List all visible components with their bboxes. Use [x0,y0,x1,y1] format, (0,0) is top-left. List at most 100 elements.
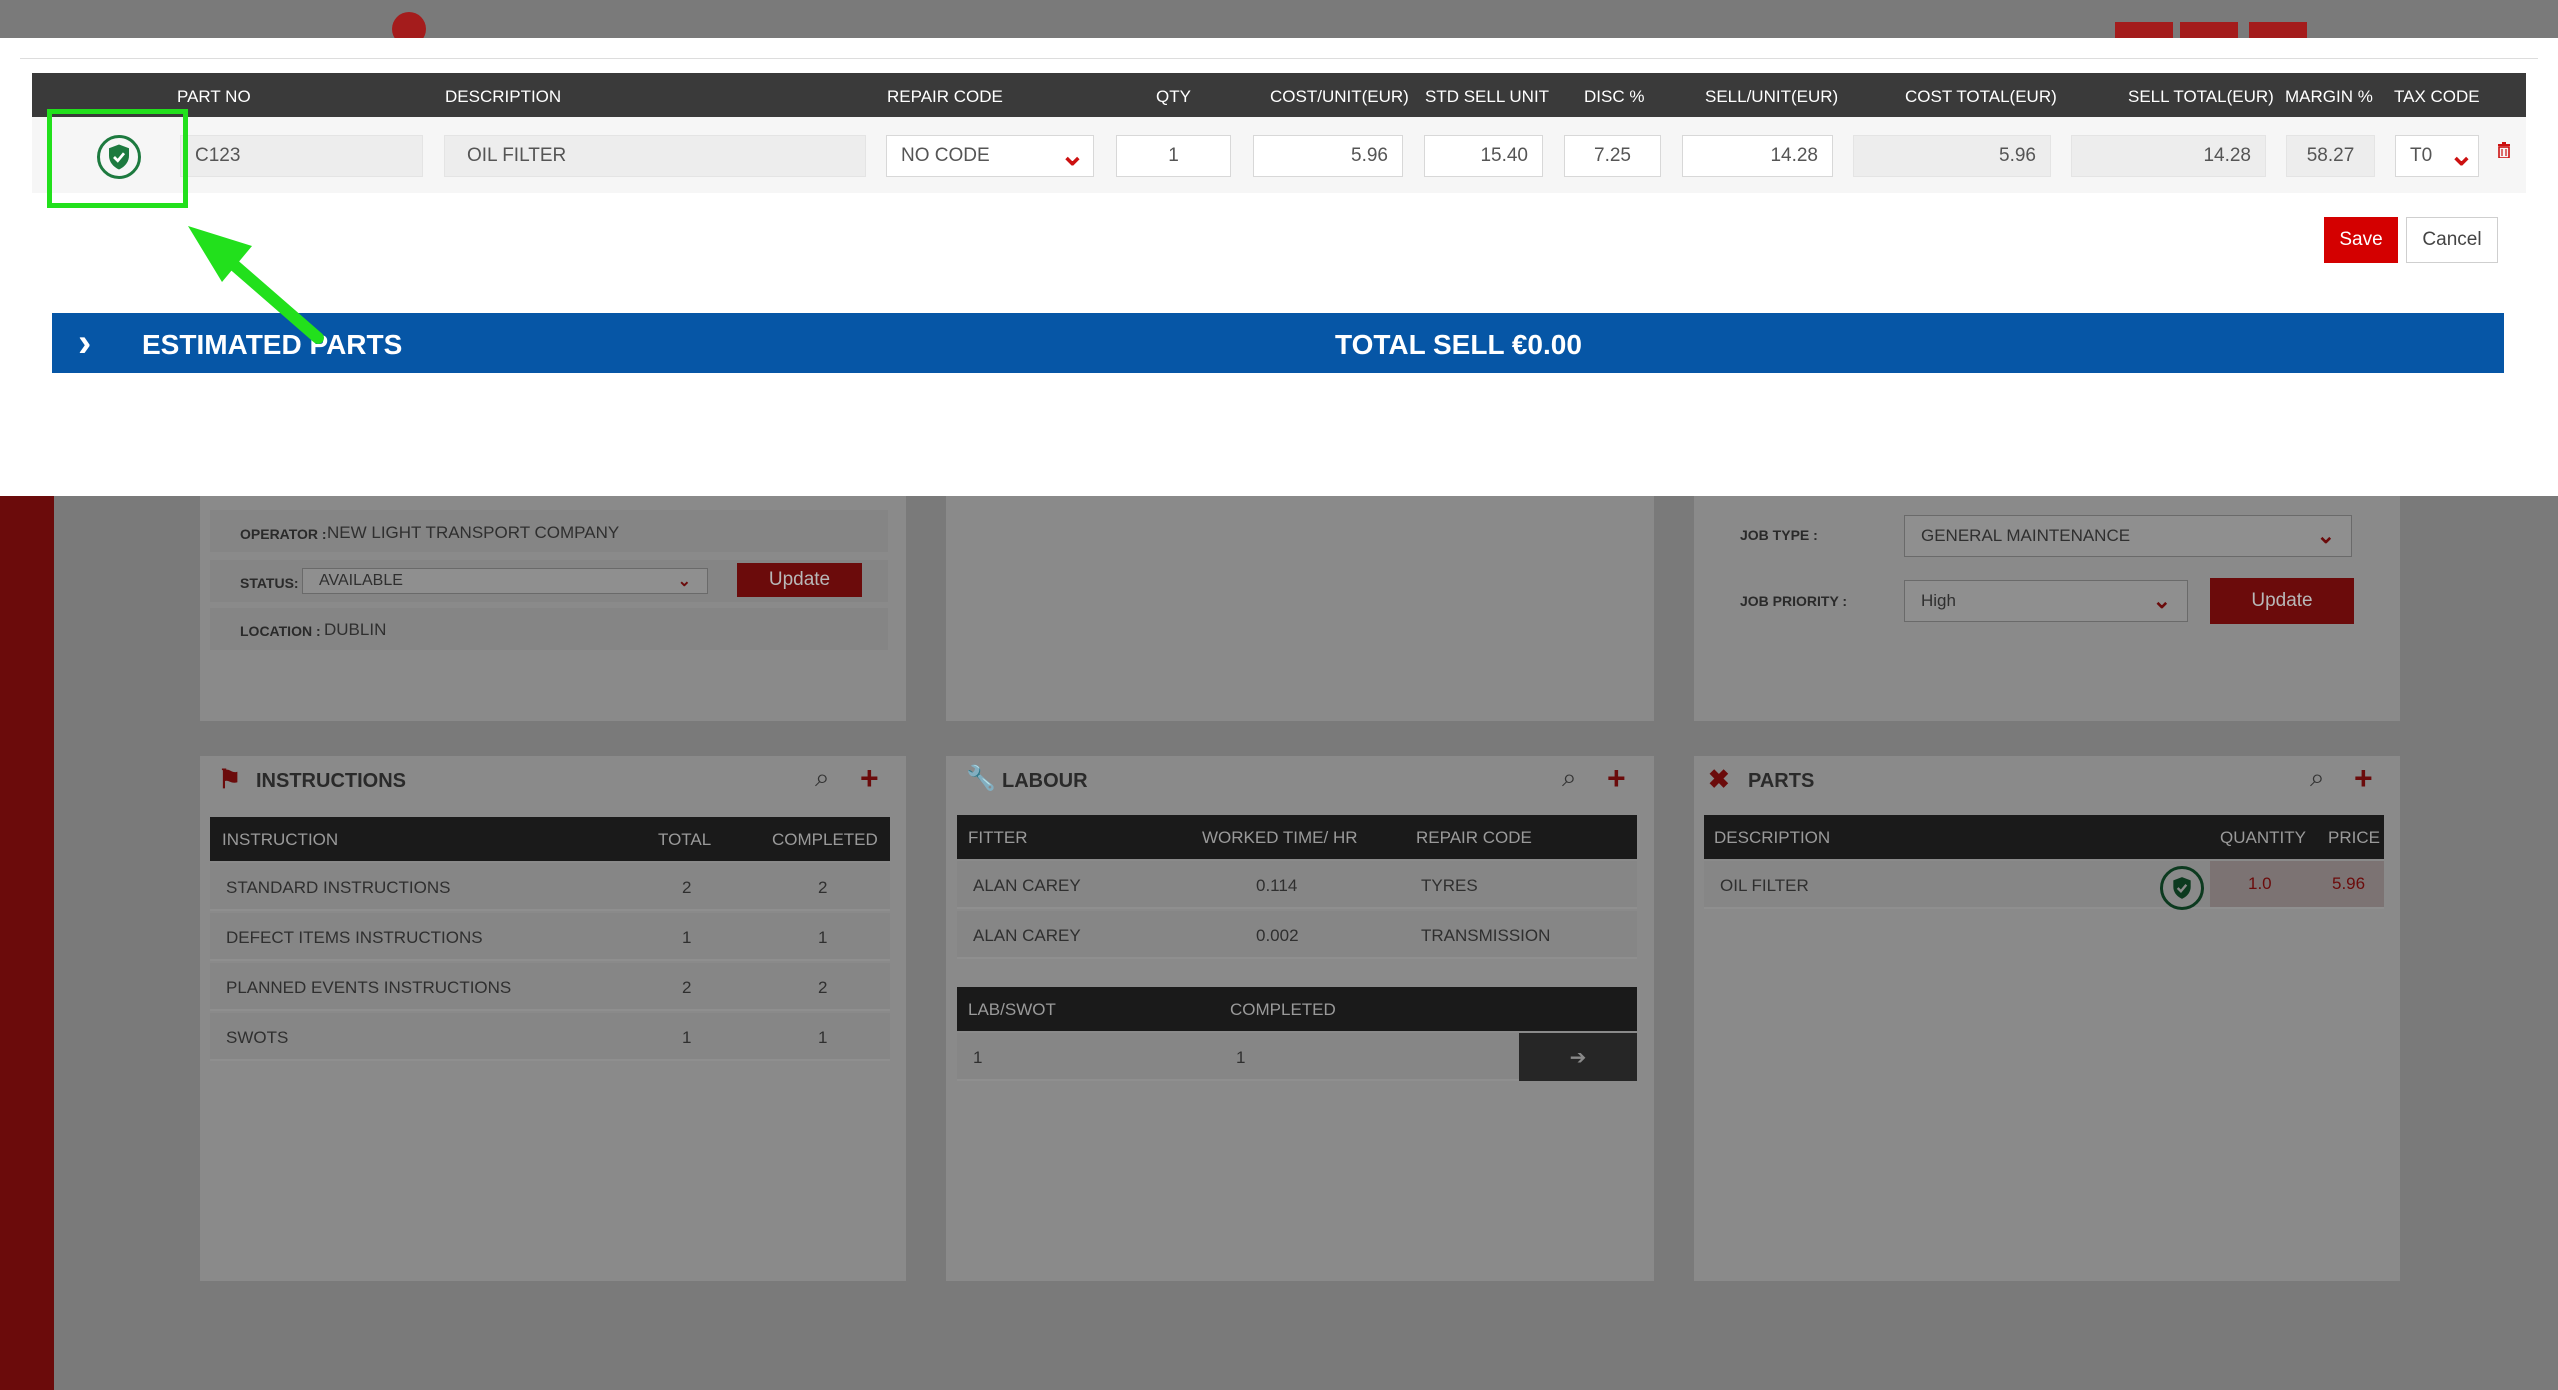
chevron-down-icon: ⌄ [2152,588,2171,613]
labour-wrench-icon: 🔧 [966,765,996,792]
sell-unit-value: 14.28 [1770,145,1818,166]
parts-price: 5.96 [2332,874,2366,893]
disc-value: 7.25 [1594,145,1631,166]
left-red-strip [0,490,54,1390]
parts-quantity: 1.0 [2248,874,2272,893]
job-type-select[interactable]: GENERAL MAINTENANCE ⌄ [1904,515,2352,557]
tax-code-value: T0 [2410,145,2433,166]
job-priority-value: High [1921,591,1956,610]
labour-worked-time: 0.114 [1256,876,1298,895]
col-repair-code: REPAIR CODE [887,87,1003,106]
instructions-col-instruction: INSTRUCTION [222,830,339,849]
chevron-down-icon: ⌄ [1059,139,1085,172]
labour-worked-time: 0.002 [1256,926,1299,945]
parts-tools-icon: ✖ [1708,764,1730,794]
col-std-sell-unit: STD SELL UNIT [1425,87,1550,106]
parts-col-quantity: QUANTITY [2220,828,2306,847]
labour-fitter: ALAN CAREY [973,876,1081,895]
labour-col-repair-code: REPAIR CODE [1416,828,1532,847]
swot-col-lab-swot: LAB/SWOT [968,1000,1056,1019]
col-cost-total: COST TOTAL(EUR) [1905,87,2057,106]
margin-field: 58.27 [2286,135,2375,177]
std-sell-unit-value: 15.40 [1480,145,1528,166]
labour-add-icon[interactable]: + [1607,760,1626,797]
cost-unit-value: 5.96 [1351,145,1388,166]
save-button[interactable]: Save [2324,217,2398,263]
highlight-box [47,109,188,208]
cancel-button[interactable]: Cancel [2406,217,2498,263]
job-priority-select[interactable]: High ⌄ [1904,580,2188,622]
arrow-right-icon: ➔ [1569,1046,1587,1069]
instructions-add-icon[interactable]: + [860,760,879,797]
col-cost-unit: COST/UNIT(EUR) [1270,87,1409,106]
qty-field[interactable]: 1 [1116,135,1231,177]
chevron-down-icon: ⌄ [2448,139,2474,172]
estimated-parts-bar[interactable]: › ESTIMATED PARTS TOTAL SELL €0.00 [52,313,2504,373]
col-margin: MARGIN % [2285,87,2373,106]
col-sell-unit: SELL/UNIT(EUR) [1705,87,1839,106]
sell-total-field: 14.28 [2071,135,2266,177]
instruction-completed: 1 [818,1028,828,1047]
instructions-search-icon[interactable]: ⌕ [815,762,830,794]
parts-add-icon[interactable]: + [2354,760,2373,797]
status-update-button[interactable]: Update [737,563,862,597]
instruction-completed: 2 [818,978,828,997]
instruction-total: 1 [682,1028,692,1047]
parts-col-description: DESCRIPTION [1714,828,1831,847]
operator-label: OPERATOR : [240,526,327,542]
labour-fitter: ALAN CAREY [973,926,1081,945]
repair-code-select[interactable]: NO CODE ⌄ [886,135,1094,177]
status-label: STATUS: [240,575,299,591]
labour-col-worked-time: WORKED TIME/ HR [1202,828,1358,847]
part-no-field[interactable]: C123 [180,135,423,177]
instruction-name: PLANNED EVENTS INSTRUCTIONS [226,978,512,997]
instruction-completed: 1 [818,928,828,947]
estimated-parts-title: ESTIMATED PARTS [142,329,403,360]
instruction-name: STANDARD INSTRUCTIONS [226,878,451,897]
labour-search-icon[interactable]: ⌕ [1562,762,1577,794]
col-disc: DISC % [1584,87,1645,106]
chevron-down-icon: ⌄ [677,573,691,590]
disc-field[interactable]: 7.25 [1564,135,1661,177]
swot-col-completed: COMPLETED [1230,1000,1336,1019]
tax-code-select[interactable]: T0 ⌄ [2395,135,2479,177]
labour-col-fitter: FITTER [968,828,1028,847]
swot-value: 1 [973,1048,983,1067]
middle-panel [946,496,1654,721]
instruction-completed: 2 [818,878,828,897]
part-no-value: C123 [195,145,241,166]
table-row[interactable] [210,1013,890,1061]
swot-completed: 1 [1236,1048,1246,1067]
repair-code-value: NO CODE [901,145,990,166]
total-sell-label: TOTAL SELL €0.00 [1335,329,1582,360]
col-part-no: PART NO [177,87,251,106]
modal-top-divider [20,58,2538,59]
qty-value: 1 [1168,145,1179,166]
chevron-right-icon[interactable]: › [78,321,91,366]
std-sell-unit-field[interactable]: 15.40 [1424,135,1543,177]
description-field[interactable]: OIL FILTER [444,135,866,177]
col-tax-code: TAX CODE [2394,87,2480,106]
swot-arrow-button[interactable]: ➔ [1519,1033,1637,1081]
shield-check-icon [2160,866,2204,910]
cost-unit-field[interactable]: 5.96 [1253,135,1403,177]
description-value: OIL FILTER [467,145,567,166]
col-description: DESCRIPTION [445,87,562,106]
instructions-flag-icon: ⚑ [218,764,242,794]
labour-repair-code: TYRES [1421,876,1478,895]
parts-description: OIL FILTER [1720,876,1809,895]
instruction-total: 2 [682,978,692,997]
job-type-value: GENERAL MAINTENANCE [1921,526,2131,545]
job-update-button[interactable]: Update [2210,578,2354,624]
parts-search-icon[interactable]: ⌕ [2310,762,2325,794]
margin-value: 58.27 [2306,145,2355,166]
instructions-col-completed: COMPLETED [772,830,878,849]
status-select[interactable]: AVAILABLE ⌄ [302,568,708,594]
parts-edit-header: PART NO DESCRIPTION REPAIR CODE QTY COST… [32,73,2526,117]
instruction-total: 2 [682,878,692,897]
instruction-total: 1 [682,928,692,947]
job-priority-label: JOB PRIORITY : [1740,593,1848,609]
sell-unit-field[interactable]: 14.28 [1682,135,1833,177]
status-select-value: AVAILABLE [319,572,403,589]
trash-icon[interactable] [2497,142,2511,163]
